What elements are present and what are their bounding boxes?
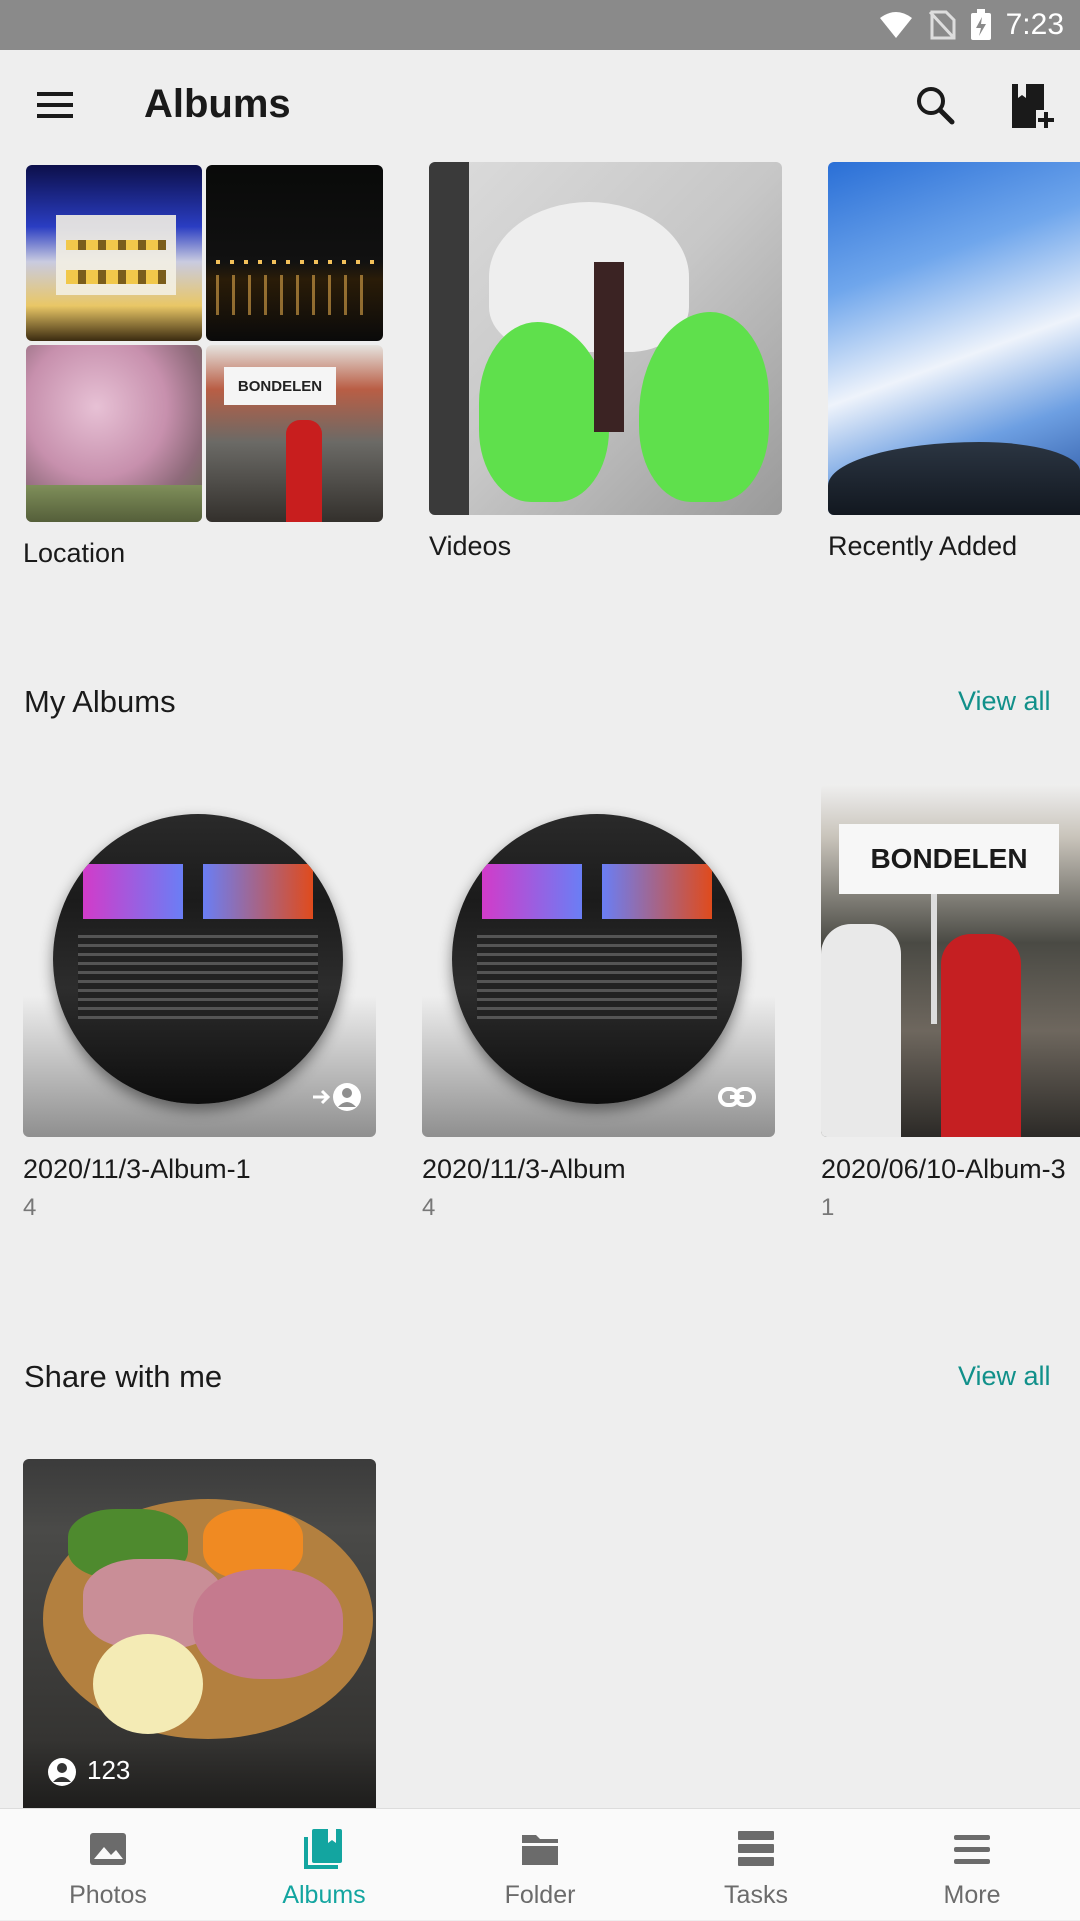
nav-label: Folder	[504, 1881, 576, 1909]
add-album-icon[interactable]	[1006, 80, 1058, 132]
videos-thumb	[429, 162, 782, 515]
page-title: Albums	[144, 82, 291, 126]
album-label: Recently Added	[828, 531, 1018, 561]
nav-item-photos[interactable]: Photos	[0, 1809, 216, 1921]
share-with-me-title: Share with me	[24, 1359, 223, 1394]
album-cover	[422, 784, 775, 1137]
album-count: 4	[23, 1194, 37, 1221]
location-thumb-3	[26, 345, 202, 522]
nav-item-albums[interactable]: Albums	[216, 1809, 432, 1921]
location-thumb-2	[206, 165, 383, 341]
location-thumb-1	[26, 165, 202, 341]
nav-label: Photos	[69, 1881, 147, 1909]
my-albums-title: My Albums	[24, 684, 176, 719]
nav-label: Tasks	[724, 1881, 788, 1909]
album-name: 2020/06/10-Album-3	[821, 1154, 1066, 1184]
album-name: 2020/11/3-Album	[422, 1154, 626, 1184]
no-sim-icon	[928, 10, 956, 40]
search-icon[interactable]	[910, 80, 962, 132]
share-with-me-view-all-link[interactable]: View all	[958, 1361, 1051, 1392]
folder-icon	[522, 1835, 558, 1865]
tasks-icon	[738, 1831, 774, 1866]
nav-label: Albums	[282, 1881, 366, 1909]
nav-item-tasks[interactable]: Tasks	[648, 1809, 864, 1921]
recently-added-thumb	[828, 162, 1080, 515]
location-thumb-4: BONDELEN	[206, 345, 383, 522]
album-label: Videos	[429, 531, 512, 561]
album-label: Location	[23, 538, 126, 568]
menu-icon[interactable]	[30, 80, 80, 130]
bondelen-sign-text: BONDELEN	[870, 843, 1028, 874]
bottom-navigation: Photos Albums Folder Tasks More	[0, 1808, 1080, 1920]
wifi-icon	[879, 12, 912, 38]
battery-charging-icon	[970, 9, 991, 40]
shared-to-person-icon	[313, 1083, 361, 1111]
nav-item-folder[interactable]: Folder	[432, 1809, 648, 1921]
status-bar: 7:23	[0, 0, 1080, 50]
album-cover	[23, 784, 376, 1137]
album-name: 2020/11/3-Album-1	[23, 1154, 251, 1184]
link-icon	[718, 1087, 756, 1107]
person-icon	[48, 1758, 76, 1786]
more-icon	[954, 1835, 990, 1864]
shared-album-cover: 123	[23, 1459, 376, 1808]
albums-icon	[304, 1829, 342, 1869]
my-albums-view-all-link[interactable]: View all	[958, 686, 1051, 717]
bondelen-sign-text: BONDELEN	[237, 377, 323, 395]
status-time: 7:23	[1005, 8, 1064, 41]
album-cover: BONDELEN	[821, 784, 1080, 1137]
photos-icon	[90, 1833, 126, 1865]
album-count: 1	[821, 1194, 835, 1221]
nav-item-more[interactable]: More	[864, 1809, 1080, 1921]
member-count: 123	[87, 1755, 131, 1785]
app-bar: Albums	[0, 50, 1080, 160]
nav-label: More	[943, 1881, 1001, 1909]
album-count: 4	[422, 1194, 436, 1221]
